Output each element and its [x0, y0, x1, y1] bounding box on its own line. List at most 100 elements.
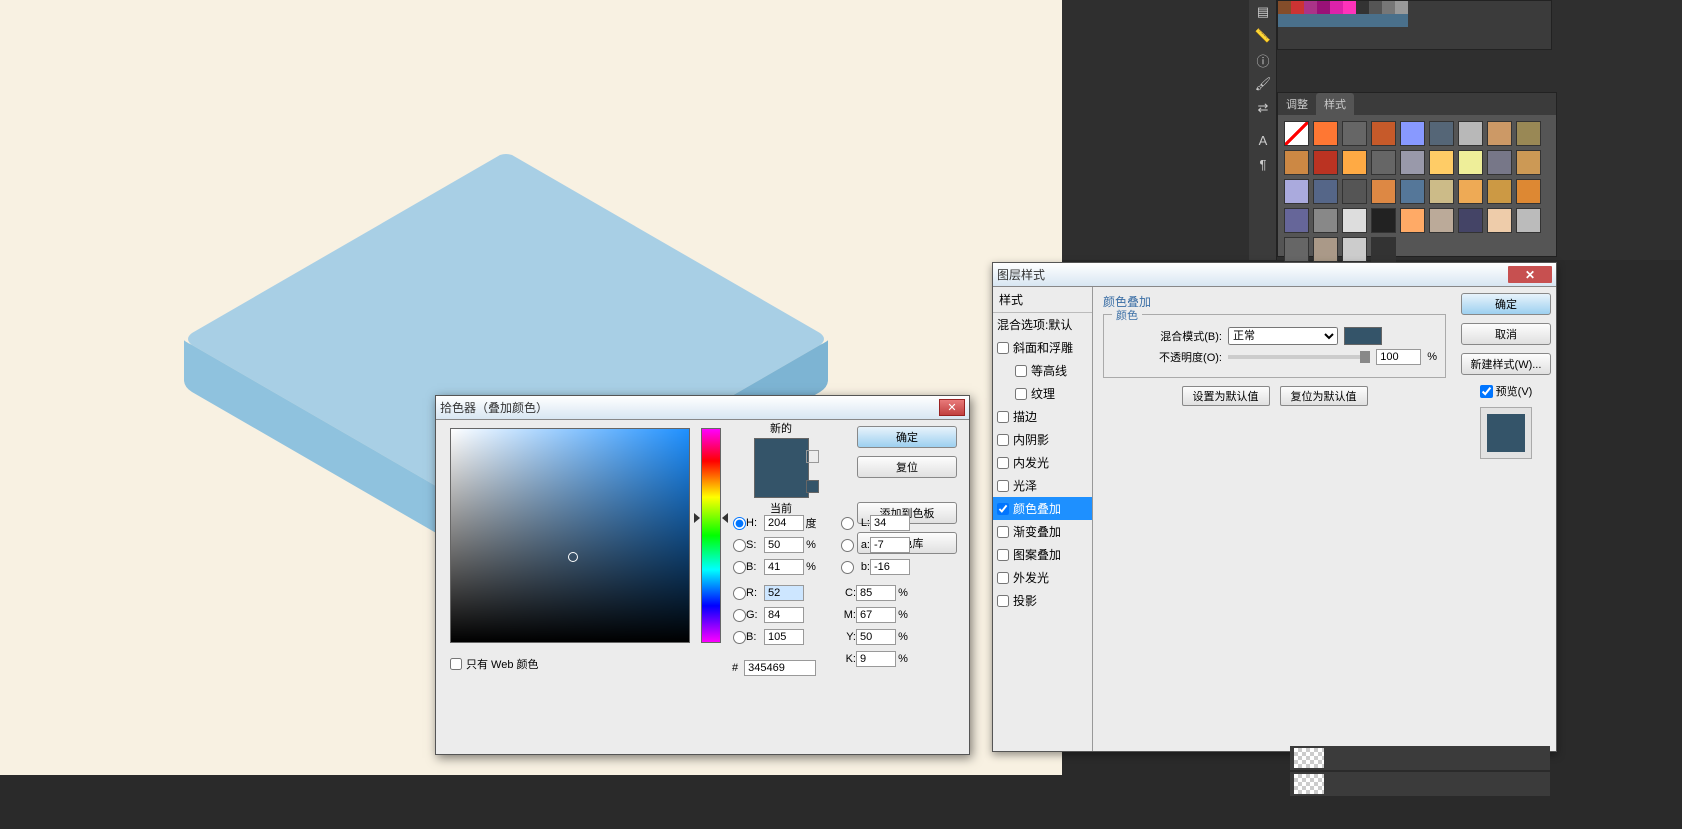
- out-of-gamut-warn-icon[interactable]: [806, 480, 819, 493]
- lab-b-input[interactable]: [870, 559, 910, 575]
- style-preset[interactable]: [1516, 121, 1541, 146]
- effect-item[interactable]: 描边: [993, 405, 1092, 428]
- g-input[interactable]: [764, 607, 804, 623]
- swatch[interactable]: [1343, 1, 1356, 14]
- web-only-checkbox[interactable]: [450, 658, 462, 670]
- style-preset[interactable]: [1284, 150, 1309, 175]
- y-input[interactable]: [856, 629, 896, 645]
- style-preset[interactable]: [1342, 237, 1367, 262]
- new-color-swatch[interactable]: [755, 439, 808, 468]
- hex-input[interactable]: [744, 660, 816, 676]
- effect-checkbox[interactable]: [997, 595, 1009, 607]
- cube-icon[interactable]: [806, 450, 819, 463]
- style-preset[interactable]: [1313, 121, 1338, 146]
- effect-checkbox[interactable]: [997, 526, 1009, 538]
- tool-brush-icon[interactable]: 🖌: [1249, 72, 1277, 96]
- effect-item[interactable]: 光泽: [993, 474, 1092, 497]
- style-preset[interactable]: [1313, 208, 1338, 233]
- swatch[interactable]: [1330, 1, 1343, 14]
- tool-adjust-icon[interactable]: ⇄: [1249, 96, 1277, 120]
- swatch[interactable]: [1291, 1, 1304, 14]
- swatch[interactable]: [1382, 14, 1395, 27]
- effect-checkbox[interactable]: [997, 342, 1009, 354]
- a-input[interactable]: [870, 537, 910, 553]
- l-radio[interactable]: [841, 517, 854, 530]
- style-preset[interactable]: [1284, 179, 1309, 204]
- swatch[interactable]: [1369, 1, 1382, 14]
- style-preset[interactable]: [1400, 179, 1425, 204]
- effect-checkbox[interactable]: [997, 549, 1009, 561]
- styles-grid[interactable]: [1278, 115, 1556, 268]
- style-preset[interactable]: [1516, 208, 1541, 233]
- l-input[interactable]: [870, 515, 910, 531]
- effect-item[interactable]: 外发光: [993, 566, 1092, 589]
- swatch[interactable]: [1291, 14, 1304, 27]
- m-input[interactable]: [856, 607, 896, 623]
- style-preset[interactable]: [1342, 179, 1367, 204]
- reset-button[interactable]: 复位: [857, 456, 957, 478]
- close-icon[interactable]: ✕: [939, 399, 965, 416]
- effect-item[interactable]: 内阴影: [993, 428, 1092, 451]
- brightness-input[interactable]: [764, 559, 804, 575]
- effect-checkbox[interactable]: [1015, 388, 1027, 400]
- effect-checkbox[interactable]: [1015, 365, 1027, 377]
- opacity-slider[interactable]: [1228, 355, 1370, 359]
- s-input[interactable]: [764, 537, 804, 553]
- swatch[interactable]: [1343, 14, 1356, 27]
- style-preset[interactable]: [1342, 208, 1367, 233]
- style-preset[interactable]: [1516, 179, 1541, 204]
- tool-ruler-icon[interactable]: 📏: [1249, 24, 1277, 48]
- style-preset[interactable]: [1458, 150, 1483, 175]
- a-radio[interactable]: [841, 539, 854, 552]
- r-radio[interactable]: [733, 587, 746, 600]
- blue-input[interactable]: [764, 629, 804, 645]
- b-radio[interactable]: [733, 561, 746, 574]
- s-radio[interactable]: [733, 539, 746, 552]
- saturation-value-box[interactable]: [450, 428, 690, 643]
- r-input[interactable]: [764, 585, 804, 601]
- preview-checkbox-row[interactable]: 预览(V): [1480, 383, 1533, 399]
- style-preset[interactable]: [1429, 179, 1454, 204]
- style-preset[interactable]: [1487, 121, 1512, 146]
- layer-style-titlebar[interactable]: 图层样式 ✕: [993, 263, 1556, 287]
- style-preset[interactable]: [1342, 121, 1367, 146]
- style-preset[interactable]: [1313, 237, 1338, 262]
- effect-checkbox[interactable]: [997, 480, 1009, 492]
- c-input[interactable]: [856, 585, 896, 601]
- close-icon[interactable]: ✕: [1508, 266, 1552, 283]
- reset-default-button[interactable]: 复位为默认值: [1280, 386, 1368, 406]
- swatch[interactable]: [1330, 14, 1343, 27]
- effects-header[interactable]: 样式: [993, 287, 1092, 313]
- swatch[interactable]: [1369, 14, 1382, 27]
- style-preset[interactable]: [1313, 150, 1338, 175]
- style-preset[interactable]: [1429, 208, 1454, 233]
- blue-radio[interactable]: [733, 631, 746, 644]
- tool-type-icon[interactable]: A: [1249, 128, 1277, 152]
- style-preset[interactable]: [1371, 179, 1396, 204]
- layer-row[interactable]: [1290, 772, 1550, 796]
- style-preset[interactable]: [1487, 208, 1512, 233]
- cancel-button[interactable]: 取消: [1461, 323, 1551, 345]
- style-preset[interactable]: [1400, 150, 1425, 175]
- style-preset[interactable]: [1458, 208, 1483, 233]
- effect-checkbox[interactable]: [997, 434, 1009, 446]
- tool-info-icon[interactable]: ⓘ: [1249, 48, 1277, 72]
- set-default-button[interactable]: 设置为默认值: [1182, 386, 1270, 406]
- new-style-button[interactable]: 新建样式(W)...: [1461, 353, 1551, 375]
- swatch[interactable]: [1278, 1, 1291, 14]
- effect-item[interactable]: 等高线: [993, 359, 1092, 382]
- preview-checkbox[interactable]: [1480, 385, 1493, 398]
- style-preset[interactable]: [1458, 121, 1483, 146]
- swatch[interactable]: [1317, 14, 1330, 27]
- style-preset[interactable]: [1284, 208, 1309, 233]
- effect-item[interactable]: 颜色叠加: [993, 497, 1092, 520]
- g-radio[interactable]: [733, 609, 746, 622]
- effect-item[interactable]: 内发光: [993, 451, 1092, 474]
- effect-checkbox[interactable]: [997, 503, 1009, 515]
- swatch[interactable]: [1356, 1, 1369, 14]
- tool-histogram-icon[interactable]: ▤: [1249, 0, 1277, 24]
- lab-b-radio[interactable]: [841, 561, 854, 574]
- effect-item[interactable]: 投影: [993, 589, 1092, 612]
- effect-checkbox[interactable]: [997, 411, 1009, 423]
- swatch[interactable]: [1395, 14, 1408, 27]
